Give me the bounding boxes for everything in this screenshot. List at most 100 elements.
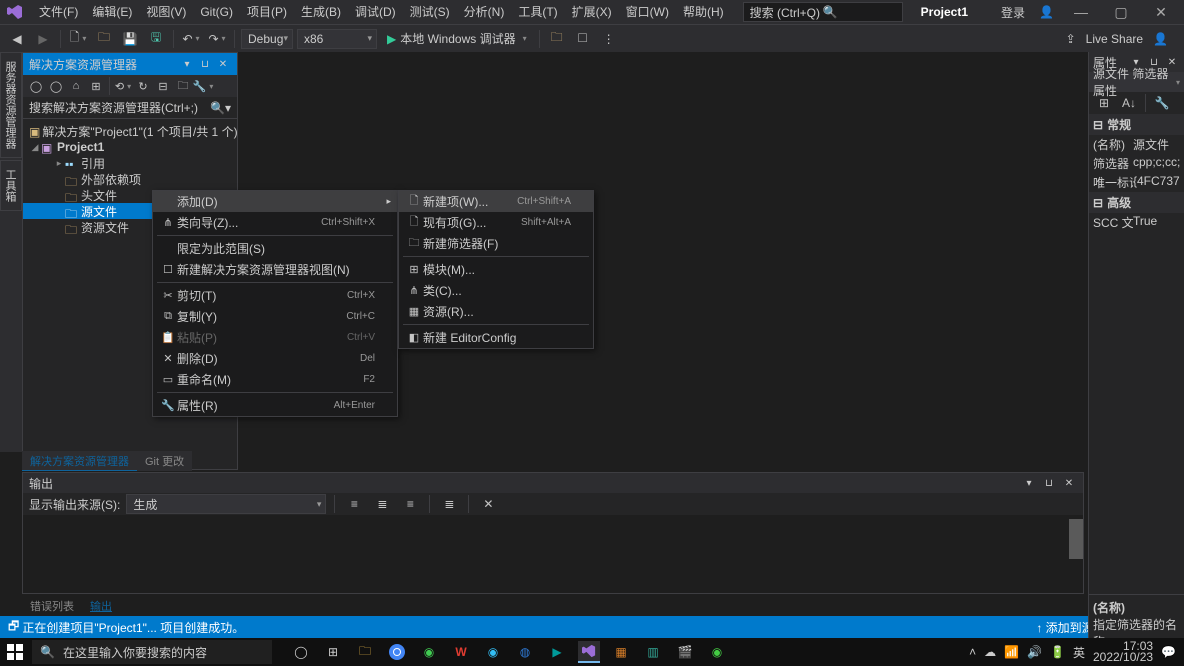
platform-combo[interactable]: x86 [297, 29, 377, 49]
out-ex-icon[interactable]: ✕ [477, 493, 499, 515]
prop-cat-advanced[interactable]: ⊟高级 [1089, 192, 1184, 213]
taskbar-search[interactable]: 🔍 在这里输入你要搜索的内容 [32, 640, 272, 664]
weather-icon[interactable]: ◍ [514, 641, 536, 663]
menu-edit[interactable]: 编辑(E) [85, 0, 139, 24]
wps-icon[interactable]: W [450, 641, 472, 663]
props-wrench-icon[interactable]: 🔧 [1151, 92, 1173, 114]
ctx-item[interactable]: ⧉复制(Y)Ctrl+C [153, 306, 397, 327]
ctx-item[interactable]: ⊞模块(M)... [399, 259, 593, 280]
cortana-icon[interactable]: ⊞ [322, 641, 344, 663]
tab-output[interactable]: 输出 [82, 596, 120, 616]
vtab-server[interactable]: 服务器资源管理器 [0, 52, 22, 158]
ctx-item[interactable]: 🗀新建筛选器(F) [399, 233, 593, 254]
vtab-toolbox[interactable]: 工具箱 [0, 160, 22, 211]
save-button[interactable]: 💾 [119, 28, 141, 50]
ctx-item[interactable]: 🔧属性(R)Alt+Enter [153, 395, 397, 416]
panel-dropdown-icon[interactable]: ▾ [1021, 478, 1037, 489]
menu-help[interactable]: 帮助(H) [676, 0, 731, 24]
tab-git-changes[interactable]: Git 更改 [137, 451, 192, 471]
ctx-item[interactable]: ✂剪切(T)Ctrl+X [153, 285, 397, 306]
app3-icon[interactable]: 🎬 [674, 641, 696, 663]
ctx-item[interactable]: ⋔类(C)... [399, 280, 593, 301]
ctx-item[interactable]: ▦资源(R)... [399, 301, 593, 322]
tray-vol-icon[interactable]: 🔊 [1027, 645, 1042, 659]
run-button[interactable]: ▶本地 Windows 调试器▾ [381, 30, 533, 47]
tab-error-list[interactable]: 错误列表 [22, 596, 82, 616]
tray-ime[interactable]: 英 [1073, 644, 1085, 661]
nav-fwd[interactable]: ▶ [32, 28, 54, 50]
tray-notif-icon[interactable]: 💬 [1161, 645, 1176, 659]
media-icon[interactable]: ▶ [546, 641, 568, 663]
qt-icon[interactable]: ◉ [418, 641, 440, 663]
tree-references[interactable]: ▸▪▪引用 [23, 155, 237, 171]
liveshare-label[interactable]: Live Share [1086, 32, 1143, 46]
quick-search-input[interactable]: 搜索 (Ctrl+Q) 🔍 [743, 2, 903, 22]
login-link[interactable]: 登录 [1001, 4, 1025, 21]
panel-close-icon[interactable]: ✕ [215, 59, 231, 70]
props-az-icon[interactable]: A↓ [1118, 92, 1140, 114]
menu-window[interactable]: 窗口(W) [619, 0, 676, 24]
tray-wifi-icon[interactable]: 📶 [1004, 645, 1019, 659]
close-button[interactable]: ✕ [1148, 4, 1174, 21]
tray-chevron-icon[interactable]: ˄ [969, 645, 976, 659]
tool-folder-icon[interactable]: 🗀 [546, 28, 568, 50]
out-toggle-icon[interactable]: ≡ [399, 493, 421, 515]
ctx-item[interactable]: ▭重命名(M)F2 [153, 369, 397, 390]
out-clear-icon[interactable]: ≡ [343, 493, 365, 515]
ctx-item[interactable]: 添加(D)▸ [153, 191, 397, 212]
app2-icon[interactable]: ▥ [642, 641, 664, 663]
app4-icon[interactable]: ◉ [706, 641, 728, 663]
prop-row[interactable]: 唯一标识{4FC737F1 [1089, 173, 1184, 192]
maximize-button[interactable]: ▢ [1108, 4, 1134, 21]
minimize-button[interactable]: — [1068, 4, 1094, 20]
prop-row[interactable]: (名称)源文件 [1089, 135, 1184, 154]
new-file-button[interactable]: 🗋▾ [67, 28, 89, 50]
nav-back[interactable]: ◀ [6, 28, 28, 50]
sol-switch-icon[interactable]: ⊞ [87, 77, 105, 95]
sol-sync-icon[interactable]: ⟲▾ [114, 77, 132, 95]
sol-home-icon[interactable]: ⌂ [67, 77, 85, 95]
sol-refresh-icon[interactable]: ↻ [134, 77, 152, 95]
menu-file[interactable]: 文件(F) [32, 0, 85, 24]
ctx-item[interactable]: 📋粘贴(P)Ctrl+V [153, 327, 397, 348]
ctx-item[interactable]: ⋔类向导(Z)...Ctrl+Shift+X [153, 212, 397, 233]
menu-build[interactable]: 生成(B) [294, 0, 348, 24]
sol-fwd-icon[interactable]: ◯ [47, 77, 65, 95]
config-combo[interactable]: Debug [241, 29, 293, 49]
tab-solution-explorer[interactable]: 解决方案资源管理器 [22, 451, 137, 471]
sol-back-icon[interactable]: ◯ [27, 77, 45, 95]
out-wrap-icon[interactable]: ≣ [371, 493, 393, 515]
sol-showall-icon[interactable]: 🗀 [174, 77, 192, 95]
menu-view[interactable]: 视图(V) [139, 0, 193, 24]
menu-test[interactable]: 测试(S) [403, 0, 457, 24]
out-list-icon[interactable]: ≣ [438, 493, 460, 515]
prop-cat-general[interactable]: ⊟常规 [1089, 114, 1184, 135]
panel-dropdown-icon[interactable]: ▾ [179, 59, 195, 70]
tool-overflow[interactable]: ⋮ [598, 28, 620, 50]
menu-git[interactable]: Git(G) [193, 0, 240, 24]
menu-analyze[interactable]: 分析(N) [457, 0, 512, 24]
save-all-button[interactable]: 🖫 [145, 28, 167, 50]
tree-solution[interactable]: ▣解决方案"Project1"(1 个项目/共 1 个) [23, 123, 237, 139]
chrome-icon[interactable] [386, 641, 408, 663]
panel-close-icon[interactable]: ✕ [1061, 478, 1077, 489]
menu-project[interactable]: 项目(P) [240, 0, 294, 24]
menu-debug[interactable]: 调试(D) [348, 0, 403, 24]
feedback-icon[interactable]: 👤 [1153, 32, 1168, 46]
taskview-icon[interactable]: ◯ [290, 641, 312, 663]
sol-props-icon[interactable]: 🔧▾ [194, 77, 212, 95]
output-source-combo[interactable]: 生成 [126, 494, 326, 514]
ctx-item[interactable]: ☐新建解决方案资源管理器视图(N) [153, 259, 397, 280]
app-icon[interactable]: ▦ [610, 641, 632, 663]
tool-file-icon[interactable]: 🞎 [572, 28, 594, 50]
solution-search[interactable]: 搜索解决方案资源管理器(Ctrl+;)🔍▾ [23, 97, 237, 119]
menu-ext[interactable]: 扩展(X) [565, 0, 619, 24]
ctx-item[interactable]: ✕删除(D)Del [153, 348, 397, 369]
prop-row[interactable]: 筛选器cpp;c;cc;cx [1089, 154, 1184, 173]
prop-row[interactable]: SCC 文True [1089, 213, 1184, 232]
panel-pin-icon[interactable]: ⊔ [1041, 478, 1057, 489]
redo-button[interactable]: ↷▾ [206, 28, 228, 50]
explorer-icon[interactable]: 🗀 [354, 641, 376, 663]
ctx-item[interactable]: 限定为此范围(S) [153, 238, 397, 259]
tree-project[interactable]: ◢▣Project1 [23, 139, 237, 155]
